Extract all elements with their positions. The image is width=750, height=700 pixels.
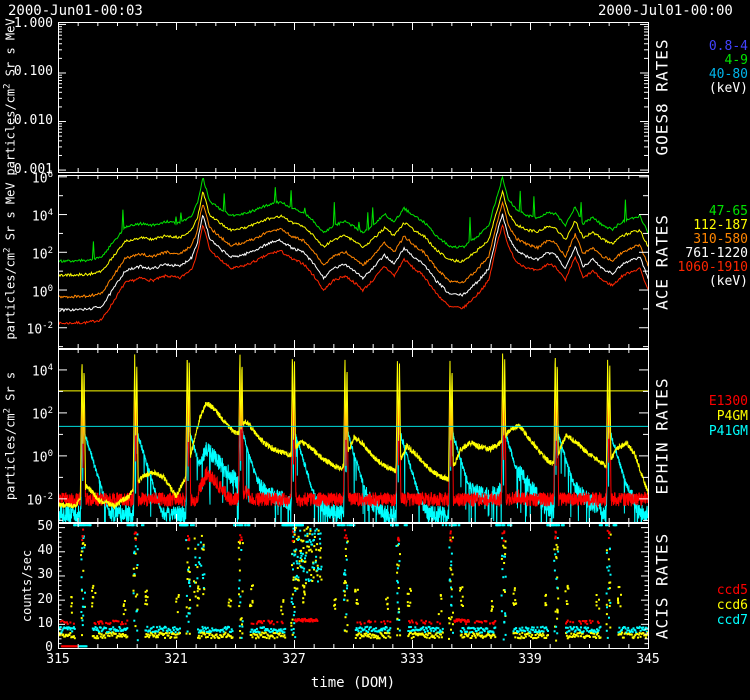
ephin-legend-item-1: P4GM: [618, 409, 748, 424]
acis-legend-item-2: ccd7: [618, 613, 748, 628]
x-tick-3: 333: [392, 653, 432, 667]
ephin-legend-item-0: E1300: [618, 394, 748, 409]
acis-ytick-2: 30: [0, 568, 53, 582]
ace-legend-item-1: 112-187: [618, 219, 748, 233]
ephin-ytick-2: 100: [0, 447, 53, 465]
x-tick-5: 345: [628, 653, 668, 667]
ephin-legend-item-2: P41GM: [618, 424, 748, 439]
acis-ytick-4: 10: [0, 617, 53, 631]
ylabel-acis: counts/sec: [20, 550, 34, 622]
x-tick-2: 327: [274, 653, 314, 667]
ace-ytick-3: 100: [0, 282, 53, 300]
ace-legend-item-4: 1060-1910: [618, 261, 748, 275]
ephin-ytick-3: 10-2: [0, 490, 53, 508]
x-axis-title: time (DOM): [283, 675, 423, 691]
axes-layer: [58, 22, 649, 649]
x-tick-0: 315: [38, 653, 78, 667]
x-tick-4: 339: [510, 653, 550, 667]
goes8-ytick-0: 1.000: [0, 17, 53, 31]
right-title: 2000-Jul01-00:00: [598, 3, 733, 19]
ace-legend-item-5: (keV): [618, 275, 748, 289]
goes8-ytick-2: 0.010: [0, 114, 53, 128]
legend-acis: ccd5ccd6ccd7: [618, 583, 748, 628]
ace-legend-item-0: 47-65: [618, 205, 748, 219]
ylabel-ephin: particles/cm2 Sr s: [3, 372, 18, 500]
acis-ytick-1: 40: [0, 544, 53, 558]
acis-legend-item-0: ccd5: [618, 583, 748, 598]
x-tick-1: 321: [156, 653, 196, 667]
goes8-legend-item-0: 0.8-4: [618, 40, 748, 54]
legend-ephin: E1300P4GMP41GM: [618, 394, 748, 439]
ace-legend-item-3: 761-1220: [618, 247, 748, 261]
ace-ytick-4: 10-2: [0, 319, 53, 337]
legend-goes8: 0.8-44-940-80(keV): [618, 40, 748, 96]
ace-ytick-2: 102: [0, 244, 53, 262]
data-layer: [57, 177, 649, 647]
goes8-legend-item-2: 40-80: [618, 68, 748, 82]
goes8-legend-item-3: (keV): [618, 82, 748, 96]
legend-ace: 47-65112-187310-580761-12201060-1910(keV…: [618, 205, 748, 289]
ace-ytick-1: 104: [0, 206, 53, 224]
ephin-ytick-1: 102: [0, 404, 53, 422]
ace-legend-item-2: 310-580: [618, 233, 748, 247]
acis-ytick-0: 50: [0, 520, 53, 534]
acis-legend-item-1: ccd6: [618, 598, 748, 613]
goes8-legend-item-1: 4-9: [618, 54, 748, 68]
goes8-ytick-1: 0.100: [0, 65, 53, 79]
ace-ytick-0: 106: [0, 168, 53, 186]
ylabel-goes8: particles/cm2 Sr s MeV: [3, 18, 18, 175]
chandra-radiation-plot: 2000-Jun01-00:03 2000-Jul01-00:00 partic…: [0, 0, 750, 700]
ephin-ytick-0: 104: [0, 361, 53, 379]
acis-scatter: [57, 524, 649, 647]
acis-ytick-3: 20: [0, 593, 53, 607]
